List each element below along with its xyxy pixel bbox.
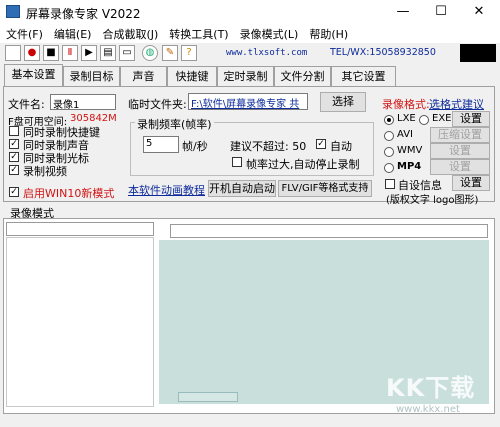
tab-split[interactable]: 文件分割	[274, 66, 331, 86]
radio-wmv[interactable]	[384, 147, 394, 157]
tab-hotkey[interactable]: 快捷键	[167, 66, 217, 86]
tab-timer[interactable]: 定时录制	[217, 66, 274, 86]
menu-compose[interactable]: 合成截取(J)	[96, 24, 163, 42]
flv-gif-button[interactable]: FLV/GIF等格式支持	[278, 180, 372, 197]
new-icon[interactable]	[5, 45, 21, 61]
window-title: 屏幕录像专家 V2022	[26, 7, 141, 21]
toolbar: ● ■ Ⅱ ▶ ▤ ▭ ◍ ✎ ? www.tlxsoft.com TEL/WX…	[0, 43, 500, 63]
check-video[interactable]: ✓	[9, 165, 19, 175]
preview-scrollbar[interactable]	[178, 392, 238, 402]
radio-mp4-label: MP4	[397, 161, 422, 172]
status-bar	[0, 414, 500, 427]
radio-exe[interactable]	[419, 115, 429, 125]
check-cursor[interactable]: ✓	[9, 152, 19, 162]
watermark-logo: KK下载	[386, 374, 476, 402]
temp-folder-label: 临时文件夹:	[128, 98, 187, 111]
disk-value: 305842M	[70, 113, 117, 124]
check-auto-fps-label: 自动	[330, 140, 352, 153]
radio-mp4[interactable]	[384, 163, 394, 173]
window-icon[interactable]: ▭	[119, 45, 135, 61]
menu-edit[interactable]: 编辑(E)	[48, 24, 97, 42]
tab-bar: 基本设置 录制目标 声音 快捷键 定时录制 文件分割 其它设置	[0, 64, 500, 86]
menu-help[interactable]: 帮助(H)	[303, 24, 353, 42]
check-sound[interactable]: ✓	[9, 139, 19, 149]
record-indicator	[460, 44, 496, 62]
close-button[interactable]: ✕	[460, 0, 498, 24]
help-icon[interactable]: ?	[181, 45, 197, 61]
fps-input[interactable]: 5	[143, 136, 179, 153]
check-win10[interactable]: ✓	[9, 187, 19, 197]
settings-icon[interactable]: ▤	[100, 45, 116, 61]
file-list[interactable]	[6, 237, 154, 407]
tutorial-link[interactable]: 本软件动画教程	[128, 182, 205, 198]
record-icon[interactable]: ●	[24, 45, 40, 61]
check-hotkey[interactable]	[9, 126, 19, 136]
menu-convert[interactable]: 转换工具(T)	[163, 24, 233, 42]
radio-lxe-label: LXE	[397, 113, 416, 124]
format-suggest-link[interactable]: 选格式建议	[429, 96, 484, 112]
check-win10-label: 启用WIN10新模式	[23, 187, 115, 200]
radio-lxe[interactable]	[384, 115, 394, 125]
file-list-header	[6, 222, 154, 236]
fps-group-title: 录制频率(帧率)	[135, 116, 214, 132]
minimize-button[interactable]: —	[384, 0, 422, 24]
radio-avi[interactable]	[384, 131, 394, 141]
tab-basic[interactable]: 基本设置	[4, 64, 63, 86]
tel-text: TEL/WX:15058932850	[330, 47, 436, 58]
globe-icon[interactable]: ◍	[142, 45, 158, 61]
preview-header	[170, 224, 488, 238]
compress-settings-button[interactable]: 压缩设置	[430, 127, 490, 143]
menu-file[interactable]: 文件(F)	[0, 24, 48, 42]
filename-input[interactable]: 录像1	[50, 94, 116, 110]
filename-label: 文件名:	[8, 98, 45, 111]
pause-icon[interactable]: Ⅱ	[62, 45, 78, 61]
check-auto-fps[interactable]: ✓	[316, 139, 326, 149]
selfinfo-settings-button[interactable]: 设置	[452, 175, 490, 191]
lxe-settings-button[interactable]: 设置	[452, 111, 490, 127]
title-bar: 屏幕录像专家 V2022 — ☐ ✕	[0, 0, 500, 24]
edit-icon[interactable]: ✎	[162, 45, 178, 61]
fps-unit: 帧/秒	[182, 140, 208, 153]
check-selfinfo[interactable]	[385, 179, 395, 189]
radio-exe-label: EXE	[432, 113, 452, 124]
temp-folder-input[interactable]: F:\软件\屏幕录像专家 共	[188, 93, 308, 110]
select-folder-button[interactable]: 选择	[320, 92, 366, 112]
autostart-button[interactable]: 开机自动启动	[208, 180, 276, 197]
copyright-note: (版权文字 logo图形)	[386, 195, 479, 206]
mp4-settings-button[interactable]: 设置	[430, 159, 490, 175]
play-icon[interactable]: ▶	[81, 45, 97, 61]
check-stop-fps[interactable]	[232, 157, 242, 167]
stop-icon[interactable]: ■	[43, 45, 59, 61]
tab-target[interactable]: 录制目标	[63, 66, 120, 86]
website-text: www.tlxsoft.com	[226, 48, 308, 58]
check-video-label: 录制视频	[23, 165, 67, 178]
tab-other[interactable]: 其它设置	[331, 66, 396, 86]
fps-suggest: 建议不超过: 50	[230, 140, 307, 153]
radio-avi-label: AVI	[397, 129, 413, 140]
app-icon	[6, 5, 20, 18]
wmv-settings-button[interactable]: 设置	[430, 143, 490, 159]
radio-wmv-label: WMV	[397, 145, 423, 156]
tab-sound[interactable]: 声音	[120, 66, 167, 86]
format-title: 录像格式:	[382, 98, 430, 111]
check-stop-fps-label: 帧率过大,自动停止录制	[246, 158, 360, 171]
menu-bar: 文件(F) 编辑(E) 合成截取(J) 转换工具(T) 录像模式(L) 帮助(H)	[0, 24, 500, 43]
maximize-button[interactable]: ☐	[422, 0, 460, 24]
menu-record-mode[interactable]: 录像模式(L)	[234, 24, 304, 42]
